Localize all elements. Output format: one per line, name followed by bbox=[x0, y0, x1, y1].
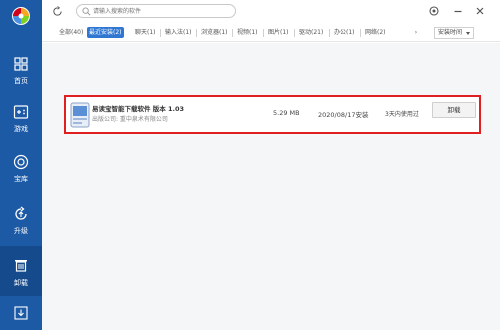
tab-all[interactable]: 全部(40) bbox=[57, 27, 85, 38]
app-size: 5.29 MB bbox=[273, 109, 300, 117]
tab-image[interactable]: 图片(1) bbox=[266, 27, 291, 38]
title-bar bbox=[42, 0, 500, 24]
chevron-down-icon bbox=[466, 32, 470, 35]
search-box[interactable] bbox=[76, 4, 236, 18]
download-icon bbox=[14, 306, 28, 320]
sidebar-download-button[interactable] bbox=[0, 298, 42, 330]
tab-divider bbox=[160, 29, 161, 37]
list-item[interactable]: 易读宝智能下载软件 版本 1.03 出版公司: 重中泉术有限公司 5.29 MB… bbox=[64, 95, 481, 134]
sidebar-item-label: 卸载 bbox=[14, 279, 28, 287]
sidebar-item-label: 升级 bbox=[14, 227, 28, 235]
sort-label: 安装时间 bbox=[438, 29, 463, 36]
tab-recent[interactable]: 最近安装(2) bbox=[87, 27, 124, 38]
close-icon[interactable] bbox=[474, 5, 486, 17]
tab-input-method[interactable]: 输入法(1) bbox=[163, 27, 194, 38]
tab-divider bbox=[263, 29, 264, 37]
app-usage: 3天内使用过 bbox=[385, 111, 419, 118]
treasure-icon bbox=[13, 154, 29, 170]
home-icon bbox=[14, 57, 28, 71]
tab-divider bbox=[294, 29, 295, 37]
tab-network[interactable]: 网络(2) bbox=[363, 27, 388, 38]
app-icon bbox=[70, 102, 90, 128]
tab-browser[interactable]: 浏览器(1) bbox=[199, 27, 230, 38]
tab-divider bbox=[232, 29, 233, 37]
sidebar-item-treasure[interactable]: 宝库 bbox=[0, 146, 42, 190]
tabs-more-chevron-icon[interactable]: › bbox=[411, 27, 421, 38]
sidebar-item-games[interactable]: 游戏 bbox=[0, 96, 42, 140]
app-install-date: 2020/08/17安装 bbox=[318, 111, 369, 119]
tab-divider bbox=[196, 29, 197, 37]
sidebar-item-uninstall[interactable]: 卸载 bbox=[0, 246, 42, 296]
uninstall-button[interactable]: 卸载 bbox=[432, 102, 476, 118]
tab-office[interactable]: 办公(1) bbox=[332, 27, 357, 38]
tab-chat[interactable]: 聊天(1) bbox=[133, 27, 158, 38]
sidebar-item-home[interactable]: 首页 bbox=[0, 48, 42, 92]
app-logo-icon bbox=[12, 7, 30, 25]
refresh-icon[interactable] bbox=[52, 6, 63, 17]
tab-video[interactable]: 视频(1) bbox=[235, 27, 260, 38]
sort-dropdown[interactable]: 安装时间 bbox=[434, 27, 474, 39]
sidebar-item-label: 游戏 bbox=[14, 125, 28, 133]
tab-divider bbox=[360, 29, 361, 37]
trash-icon bbox=[15, 260, 27, 272]
app-name: 易读宝智能下载软件 版本 1.03 bbox=[92, 105, 185, 113]
tab-driver[interactable]: 驱动(21) bbox=[297, 27, 325, 38]
sidebar-item-upgrade[interactable]: 升级 bbox=[0, 198, 42, 242]
app-list: 易读宝智能下载软件 版本 1.03 出版公司: 重中泉术有限公司 5.29 MB… bbox=[42, 43, 500, 330]
gamepad-icon bbox=[13, 105, 29, 119]
upgrade-icon bbox=[15, 206, 27, 220]
search-input[interactable] bbox=[93, 6, 231, 17]
settings-icon[interactable] bbox=[428, 5, 440, 17]
search-icon bbox=[82, 7, 91, 16]
tab-divider bbox=[329, 29, 330, 37]
category-tabs: 全部(40) 最近安装(2) 聊天(1) 输入法(1) 浏览器(1) 视频(1)… bbox=[42, 24, 500, 42]
sidebar: 首页 游戏 宝库 升级 卸载 bbox=[0, 0, 42, 330]
sidebar-item-label: 宝库 bbox=[14, 175, 28, 183]
app-publisher: 出版公司: 重中泉术有限公司 bbox=[92, 116, 168, 123]
sidebar-item-label: 首页 bbox=[14, 77, 28, 85]
minimize-icon[interactable] bbox=[452, 5, 464, 17]
